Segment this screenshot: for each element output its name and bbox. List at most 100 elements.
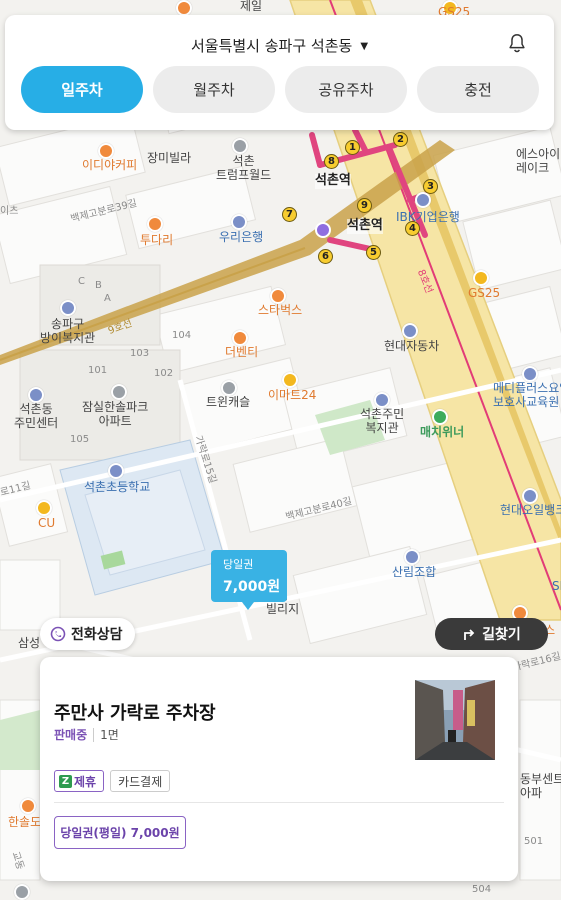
- map-label: 매치위너: [420, 425, 465, 439]
- map-label: 이마트24: [268, 388, 317, 402]
- building-icon: [221, 380, 237, 396]
- station-exit-2: 2: [393, 132, 408, 147]
- directions-label: 길찾기: [482, 627, 521, 643]
- map-label: 104: [172, 330, 192, 341]
- call-consult-label: 전화상담: [71, 627, 123, 643]
- ticket-option-button[interactable]: 당일권(평일) 7,000원: [54, 816, 186, 849]
- map-label: 삼성: [18, 636, 41, 650]
- parking-type-tabs: 일주차 월주차 공유주차 충전: [21, 66, 539, 113]
- map-label: 석촌동 주민센터: [14, 402, 59, 430]
- caret-down-icon: ▼: [360, 41, 369, 52]
- map-label: 102: [154, 368, 174, 379]
- tab-shared[interactable]: 공유주차: [285, 66, 407, 113]
- map-label: C: [78, 276, 85, 287]
- sale-status: 판매중: [54, 728, 88, 742]
- bank-icon: [404, 549, 420, 565]
- map-label: 석촌 트럼프월드: [216, 154, 272, 182]
- meta-divider: [93, 727, 95, 742]
- map-label: 501: [524, 836, 544, 847]
- map-label: 메디플러스요양 보호사교육원: [493, 381, 561, 409]
- map-label: 103: [130, 348, 150, 359]
- station-exit-5: 5: [366, 245, 381, 260]
- poi-icon: [176, 0, 192, 16]
- cafe-icon: [270, 288, 286, 304]
- map-label: 더벤티: [225, 345, 259, 359]
- location-selector[interactable]: 서울특별시 송파구 석촌동 ▼: [5, 35, 554, 56]
- tab-daily[interactable]: 일주차: [21, 66, 143, 113]
- building-icon: [232, 138, 248, 154]
- map-label: SH: [552, 579, 561, 593]
- directions-button[interactable]: 길찾기: [435, 618, 548, 650]
- map-label: 장미빌라: [147, 151, 192, 165]
- bank-icon: [415, 192, 431, 208]
- location-label: 서울특별시 송파구 석촌동: [190, 37, 353, 55]
- map-label: 이디야커피: [82, 158, 138, 172]
- station-exit-9: 9: [357, 198, 372, 213]
- tab-monthly[interactable]: 월주차: [153, 66, 275, 113]
- convenience-store-icon: [36, 500, 52, 516]
- map-label: 트윈캐슬: [206, 395, 251, 409]
- parking-photo[interactable]: [415, 680, 495, 760]
- map-label: 잠실한솔파크 아파트: [82, 400, 149, 428]
- map-label: 동부센트 아파: [520, 772, 561, 800]
- bank-icon: [231, 214, 247, 230]
- convenience-store-icon: [282, 372, 298, 388]
- map-label: 504: [472, 884, 492, 895]
- building-icon: [111, 384, 127, 400]
- station-exit-1: 1: [345, 140, 360, 155]
- map-label: B: [95, 280, 102, 291]
- map-label: 에스아이 레이크: [516, 147, 561, 175]
- bell-icon[interactable]: [506, 31, 528, 55]
- map-label: 현대자동차: [384, 339, 440, 353]
- map-label: 현대오일뱅크: [500, 503, 561, 517]
- card-payment-tag: 카드결제: [110, 770, 171, 792]
- feature-tags: Z 제휴 카드결제: [54, 770, 171, 792]
- welfare-icon: [374, 392, 390, 408]
- school-icon: [108, 463, 124, 479]
- phone-chat-icon: [50, 626, 66, 642]
- current-location-icon: [315, 222, 331, 238]
- parking-name: 주만사 가락로 주차장: [54, 703, 216, 724]
- partner-tag-label: 제휴: [74, 774, 97, 789]
- station-label: 석촌역: [315, 173, 351, 189]
- map-label: 송파구 방이복지관: [40, 317, 96, 345]
- map-label: 투다리: [140, 233, 174, 247]
- map-label: GS25: [468, 286, 501, 300]
- convenience-store-icon: [473, 270, 489, 286]
- building-icon: [14, 884, 30, 900]
- map-label: 이츠: [0, 206, 19, 217]
- map-label: 우리은행: [219, 230, 264, 244]
- cafe-icon: [232, 330, 248, 346]
- top-panel: 서울특별시 송파구 석촌동 ▼ 일주차 월주차 공유주차 충전: [5, 15, 554, 130]
- station-exit-3: 3: [423, 179, 438, 194]
- restaurant-icon: [147, 216, 163, 232]
- map-label: 105: [70, 434, 90, 445]
- education-icon: [522, 366, 538, 382]
- partner-tag: Z 제휴: [54, 770, 105, 792]
- map-label: A: [104, 293, 111, 304]
- station-exit-6: 6: [318, 249, 333, 264]
- marker-price: 7,000원: [223, 579, 281, 595]
- station-label: 석촌역: [347, 218, 383, 234]
- restaurant-icon: [20, 798, 36, 814]
- card-divider: [54, 802, 504, 803]
- cafe-icon: [98, 143, 114, 159]
- call-consult-button[interactable]: 전화상담: [40, 618, 135, 650]
- welfare-icon: [60, 300, 76, 316]
- map-label: 석촌주민 복지관: [360, 407, 405, 435]
- parking-spaces: 1면: [100, 728, 119, 742]
- map-label: IBK기업은행: [396, 210, 460, 224]
- tab-charging[interactable]: 충전: [417, 66, 539, 113]
- station-exit-8: 8: [324, 154, 339, 169]
- map-label: 한솔도: [8, 815, 42, 829]
- government-icon: [28, 387, 44, 403]
- parking-price-marker[interactable]: 당일권 7,000원: [211, 550, 287, 610]
- map-label: 산림조합: [392, 565, 437, 579]
- store-icon: [432, 409, 448, 425]
- station-exit-7: 7: [282, 207, 297, 222]
- car-icon: [402, 323, 418, 339]
- map-label: 석촌초등학교: [84, 480, 151, 494]
- parking-info-card[interactable]: 주만사 가락로 주차장 판매중 1면 Z 제휴 카드결제 당일권(평일) 7,0…: [40, 657, 518, 881]
- marker-title: 당일권: [223, 558, 254, 571]
- map-label: 제일: [240, 0, 263, 13]
